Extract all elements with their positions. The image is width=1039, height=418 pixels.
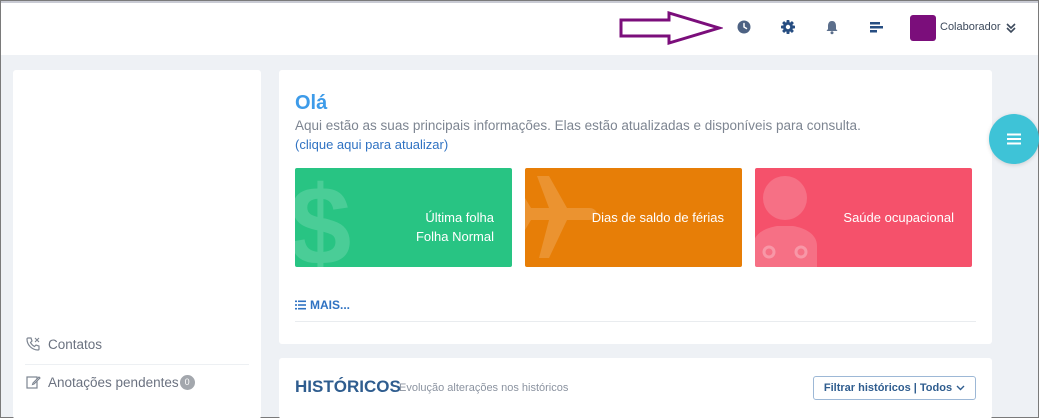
avatar[interactable] <box>910 15 936 41</box>
sidebar-item-contatos[interactable]: Contatos <box>13 326 261 362</box>
info-text: Aqui estão as suas principais informaçõe… <box>295 118 861 133</box>
more-link[interactable]: MAIS... <box>295 298 350 312</box>
tile-label: Dias de saldo de férias <box>591 210 724 225</box>
tile-label: Última folha <box>425 210 494 225</box>
floating-menu-button[interactable] <box>989 114 1039 164</box>
chevron-down-icon <box>956 385 965 391</box>
refresh-link[interactable]: (clique aqui para atualizar) <box>295 137 448 152</box>
greeting-title: Olá <box>295 92 328 114</box>
count-badge: 0 <box>179 374 195 390</box>
svg-text:$: $ <box>295 168 351 267</box>
tile-saude-ocupacional[interactable]: Saúde ocupacional <box>755 168 972 267</box>
list-icon <box>295 300 306 310</box>
tile-ultima-folha[interactable]: $ Última folha Folha Normal <box>295 168 512 267</box>
top-border <box>1 1 1038 3</box>
user-label[interactable]: Colaborador <box>940 21 1001 33</box>
history-card: HISTÓRICOS Evolução alterações nos histó… <box>279 358 992 418</box>
tile-label: Saúde ocupacional <box>843 210 954 225</box>
sidebar-item-label: Contatos <box>48 336 103 352</box>
edit-icon <box>25 374 41 390</box>
welcome-card: Olá Aqui estão as suas principais inform… <box>279 70 992 344</box>
clock-icon[interactable] <box>734 17 754 37</box>
bell-icon[interactable] <box>822 17 842 37</box>
history-title: HISTÓRICOS <box>295 377 401 396</box>
sidebar-item-anotacoes[interactable]: Anotações pendentes 0 <box>13 364 261 400</box>
more-link-label: MAIS... <box>310 298 351 312</box>
hamburger-icon <box>1007 133 1021 145</box>
phone-icon <box>25 336 41 352</box>
tile-ferias[interactable]: Dias de saldo de férias <box>525 168 742 267</box>
gear-icon[interactable] <box>778 17 798 37</box>
chevron-double-down-icon[interactable] <box>1005 21 1017 35</box>
history-subtitle: Evolução alterações nos históricos <box>399 382 569 394</box>
sidebar-item-label: Anotações pendentes <box>48 374 179 390</box>
filter-history-button[interactable]: Filtrar históricos | Todos <box>813 376 976 400</box>
filter-history-label: Filtrar históricos | Todos <box>823 382 953 394</box>
card-divider <box>295 321 976 322</box>
sidebar: Contatos Anotações pendentes 0 <box>13 70 261 418</box>
top-bar: Colaborador <box>1 1 1038 55</box>
menu-bars-icon[interactable] <box>866 17 886 37</box>
annotation-arrow-icon <box>619 11 723 45</box>
tile-sublabel: Folha Normal <box>415 229 494 244</box>
